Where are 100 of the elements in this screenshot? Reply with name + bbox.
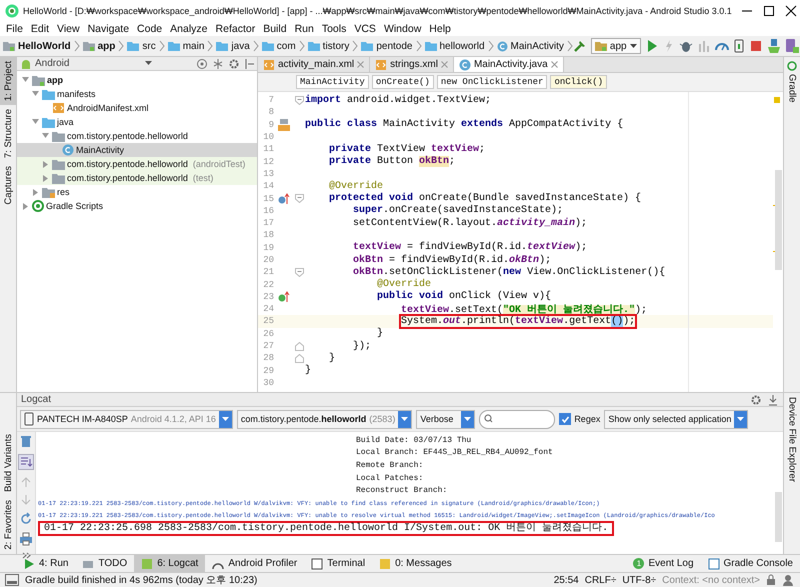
menu-item[interactable]: Run xyxy=(290,23,318,35)
caret-down-icon[interactable] xyxy=(42,133,49,139)
regex-checkbox[interactable]: Regex xyxy=(559,413,600,425)
hammer-icon[interactable] xyxy=(572,38,587,54)
cursor-position[interactable]: 25:54 xyxy=(554,574,579,586)
tree-item[interactable]: com.tistory.pentode.helloworld (androidTest) xyxy=(17,157,257,171)
breadcrumb-item[interactable]: app xyxy=(98,40,116,52)
scope-chip[interactable]: onClick() xyxy=(550,75,608,89)
print-icon[interactable] xyxy=(19,532,33,546)
sdk-manager-icon[interactable] xyxy=(766,38,781,54)
fold-icon[interactable] xyxy=(295,194,304,204)
target-icon[interactable] xyxy=(196,58,208,70)
menu-item[interactable]: Help xyxy=(425,23,455,35)
breadcrumb-item[interactable]: helloworld xyxy=(440,40,485,52)
hide-panel-icon[interactable] xyxy=(244,58,254,70)
editor-tab[interactable]: activity_main.xml xyxy=(258,57,370,72)
trash-icon[interactable] xyxy=(19,434,33,448)
process-dropdown[interactable]: com.tistory.pentode.helloworld (2583) xyxy=(236,410,412,428)
breadcrumb-item[interactable]: main xyxy=(182,40,204,52)
fold-icon[interactable] xyxy=(295,96,304,105)
tool-window-tab[interactable]: Gradle xyxy=(784,57,800,107)
tree-item[interactable]: app xyxy=(17,73,257,87)
settings-icon[interactable] xyxy=(228,58,240,70)
tool-window-tab[interactable]: 4: Run xyxy=(16,555,76,572)
menu-item[interactable]: Window xyxy=(380,23,426,35)
panel-toggle-icon[interactable] xyxy=(5,574,19,586)
editor-tab[interactable]: MainActivity.java xyxy=(454,57,564,72)
folder-icon xyxy=(42,116,55,128)
breadcrumb-item[interactable]: java xyxy=(231,40,250,52)
menu-item[interactable]: View xyxy=(53,23,84,35)
stop-icon[interactable] xyxy=(748,38,763,54)
encoding[interactable]: UTF-8÷ xyxy=(622,574,656,586)
device-dropdown[interactable]: PANTECH IM-A840SP Android 4.1.2, API 16 xyxy=(20,410,233,428)
tree-item[interactable]: MainActivity xyxy=(17,143,257,157)
breadcrumb-item[interactable]: src xyxy=(142,40,156,52)
line-separator[interactable]: CRLF÷ xyxy=(584,574,616,586)
scope-chip[interactable]: onCreate() xyxy=(372,75,434,89)
lock-icon[interactable] xyxy=(766,574,776,586)
breadcrumb-item[interactable]: pentode xyxy=(376,40,412,52)
layout-icon[interactable] xyxy=(277,118,291,131)
tool-window-tab[interactable]: Terminal xyxy=(304,555,372,572)
restart-icon[interactable] xyxy=(19,512,33,526)
scrollbar-thumb[interactable] xyxy=(775,492,782,542)
menu-item[interactable]: File xyxy=(2,23,27,35)
menu-item[interactable]: Navigate xyxy=(84,23,134,35)
arrow-down-icon[interactable] xyxy=(20,494,32,506)
scroll-to-end-icon[interactable] xyxy=(18,454,34,470)
menu-item[interactable]: Tools xyxy=(318,23,350,35)
breadcrumb-item[interactable]: MainActivity xyxy=(510,40,564,52)
tool-window-tab[interactable]: 1 Event Log xyxy=(626,555,701,572)
filter-dropdown[interactable]: Show only selected application xyxy=(604,410,748,428)
implement-icon[interactable] xyxy=(278,290,290,303)
fold-end-icon[interactable] xyxy=(295,342,304,351)
tool-window-tab[interactable]: Captures xyxy=(0,162,16,209)
tree-item[interactable]: Gradle Scripts xyxy=(17,199,257,213)
tool-window-tab[interactable]: Gradle Console xyxy=(700,555,800,572)
editor-tab[interactable]: strings.xml xyxy=(370,57,454,72)
caret-down-icon[interactable] xyxy=(22,77,29,83)
tree-item[interactable]: com.tistory.pentode.helloworld (test) xyxy=(17,171,257,185)
phone-icon[interactable] xyxy=(732,38,745,54)
collapse-icon[interactable] xyxy=(212,58,224,70)
tool-window-tab[interactable]: Device File Explorer xyxy=(784,393,800,486)
menu-item[interactable]: Edit xyxy=(26,23,54,35)
tool-window-tab[interactable]: Android Profiler xyxy=(205,555,304,572)
tool-window-tab[interactable]: TODO xyxy=(75,555,134,572)
arrow-up-icon[interactable] xyxy=(20,476,32,488)
tree-item[interactable]: manifests xyxy=(17,87,257,101)
breadcrumb-item[interactable]: HelloWorld xyxy=(18,40,71,52)
tree-item[interactable]: com.tistory.pentode.helloworld xyxy=(17,129,257,143)
menu-item[interactable]: Analyze xyxy=(166,23,212,35)
menu-item[interactable]: Build xyxy=(259,23,291,35)
tool-window-tab[interactable]: 6: Logcat xyxy=(134,555,206,572)
more-icon[interactable] xyxy=(22,552,30,559)
tool-window-tab[interactable]: 2: Favorites xyxy=(0,496,16,554)
fold-end-icon[interactable] xyxy=(295,354,304,363)
search-field[interactable] xyxy=(479,410,556,428)
override-icon[interactable] xyxy=(278,192,290,205)
tool-window-tab[interactable]: 7: Structure xyxy=(0,105,16,162)
tree-item[interactable]: java xyxy=(17,115,257,129)
scope-chip[interactable]: MainActivity xyxy=(296,75,369,89)
fold-icon[interactable] xyxy=(295,268,304,277)
tool-window-tab[interactable]: Build Variants xyxy=(0,430,16,496)
tool-window-tab[interactable]: 0: Messages xyxy=(372,555,459,572)
run-configuration-dropdown[interactable]: app xyxy=(590,38,641,54)
tree-item[interactable]: AndroidManifest.xml xyxy=(17,101,257,115)
caret-down-icon[interactable] xyxy=(32,91,39,97)
menu-item[interactable]: VCS xyxy=(350,23,380,35)
scrollbar-thumb[interactable] xyxy=(775,170,782,270)
avd-manager-icon[interactable] xyxy=(784,38,799,54)
inspector-icon[interactable] xyxy=(782,574,794,586)
log-level-dropdown[interactable]: Verbose xyxy=(416,410,476,428)
download-icon[interactable] xyxy=(767,394,779,406)
tool-window-tab[interactable]: 1: Project xyxy=(0,57,16,106)
caret-down-icon[interactable] xyxy=(32,119,39,125)
menu-item[interactable]: Code xyxy=(133,23,166,35)
scope-chip[interactable]: new OnClickListener xyxy=(436,75,548,89)
menu-item[interactable]: Refactor xyxy=(212,23,260,35)
tree-item[interactable]: res xyxy=(17,185,257,199)
breadcrumb-item[interactable]: tistory xyxy=(322,40,350,52)
breadcrumb-item[interactable]: com xyxy=(276,40,296,52)
